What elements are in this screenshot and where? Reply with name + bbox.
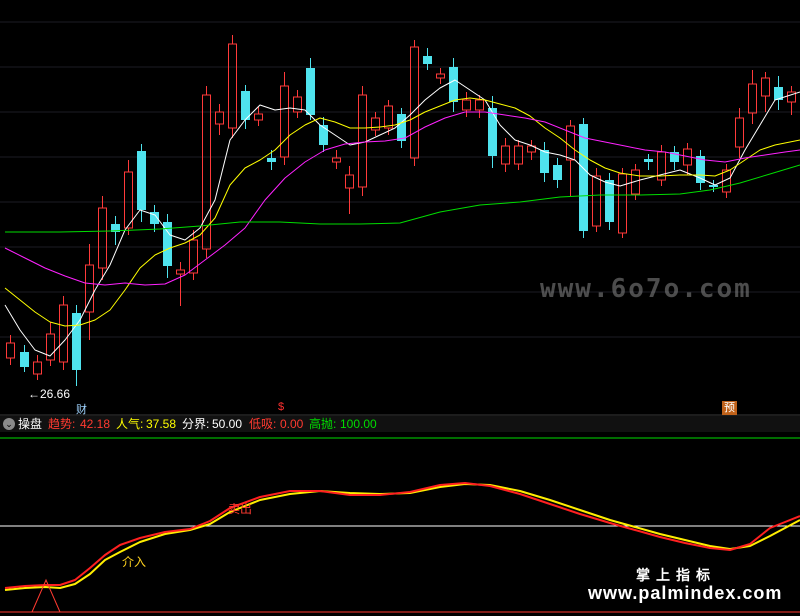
candle-bullish xyxy=(371,117,380,131)
candle-bearish xyxy=(644,159,653,162)
candle-bearish xyxy=(319,125,328,145)
candle-bullish xyxy=(6,342,15,359)
legend-buy-low-label: 低吸: xyxy=(249,417,277,431)
candle-bearish xyxy=(397,114,406,141)
candle-bearish xyxy=(605,180,614,222)
watermark-cn: 掌上指标 xyxy=(636,567,716,583)
candle-bullish xyxy=(748,83,757,114)
candle-bearish xyxy=(267,158,276,162)
candle-bullish xyxy=(514,145,523,165)
candle-bearish xyxy=(709,185,718,187)
stock-chart-window: www.6o7o.com ←26.66 财 $ 预 ⌄ 操盘 趋势: 42.18… xyxy=(0,0,800,616)
candle-bearish xyxy=(579,124,588,231)
candle-bullish xyxy=(280,85,289,158)
candle-bullish xyxy=(176,269,185,275)
candle-bullish xyxy=(501,145,510,165)
financial-report-marker[interactable]: 财 xyxy=(76,401,87,417)
candle-bullish xyxy=(735,117,744,148)
candle-bullish xyxy=(254,113,263,121)
candle-bullish xyxy=(761,77,770,97)
candle-bearish xyxy=(449,67,458,102)
legend-trend-value: 42.18 xyxy=(80,417,111,431)
candle-bearish xyxy=(423,56,432,64)
sell-signal-label: 卖出 xyxy=(228,502,253,516)
dividend-marker[interactable]: $ xyxy=(278,401,284,413)
candle-bullish xyxy=(332,157,341,163)
candle-bearish xyxy=(553,165,562,180)
indicator-legend-bar: ⌄ 操盘 趋势: 42.18 人气: 37.58 分界: 50.00 低吸: 0… xyxy=(0,416,800,432)
legend-boundary-value: 50.00 xyxy=(212,417,243,431)
candle-bullish xyxy=(410,46,419,159)
legend-trend-label: 趋势: xyxy=(48,417,76,431)
chart-canvas[interactable] xyxy=(0,0,800,616)
forecast-marker[interactable]: 预 xyxy=(722,401,737,415)
candle-bearish xyxy=(306,68,315,115)
candle-bullish xyxy=(215,111,224,125)
candle-bullish xyxy=(475,99,484,111)
legend-boundary-label: 分界: xyxy=(182,417,210,431)
candle-bullish xyxy=(345,174,354,189)
indicator-name[interactable]: 操盘 xyxy=(18,416,42,432)
low-price-marker: ←26.66 xyxy=(28,387,71,401)
candle-bullish xyxy=(384,105,393,129)
candle-bearish xyxy=(540,150,549,173)
candle-bullish xyxy=(98,207,107,269)
candle-bullish xyxy=(33,361,42,375)
candle-bullish xyxy=(436,73,445,79)
legend-buy-low-value: 0.00 xyxy=(280,417,304,431)
legend-popularity-label: 人气: xyxy=(116,417,144,431)
candle-bearish xyxy=(137,151,146,210)
candle-bearish xyxy=(20,352,29,367)
candle-bullish xyxy=(59,304,68,363)
candle-bullish xyxy=(228,43,237,129)
candle-bullish xyxy=(462,99,471,111)
candle-bullish xyxy=(358,94,367,188)
watermark-domain: www.6o7o.com xyxy=(540,274,752,304)
candle-bullish xyxy=(592,175,601,227)
buy-signal-label: 介入 xyxy=(122,555,147,569)
candle-bullish xyxy=(618,173,627,234)
chevron-down-icon[interactable]: ⌄ xyxy=(3,418,15,430)
candle-bullish xyxy=(85,264,94,313)
legend-sell-high-value: 100.00 xyxy=(340,417,377,431)
legend-sell-high-label: 高抛: xyxy=(309,417,337,431)
legend-popularity-value: 37.58 xyxy=(146,417,177,431)
candle-bullish xyxy=(124,171,133,229)
candle-bearish xyxy=(72,313,81,370)
candle-bearish xyxy=(488,108,497,156)
watermark-site: www.palmindex.com xyxy=(588,583,783,603)
